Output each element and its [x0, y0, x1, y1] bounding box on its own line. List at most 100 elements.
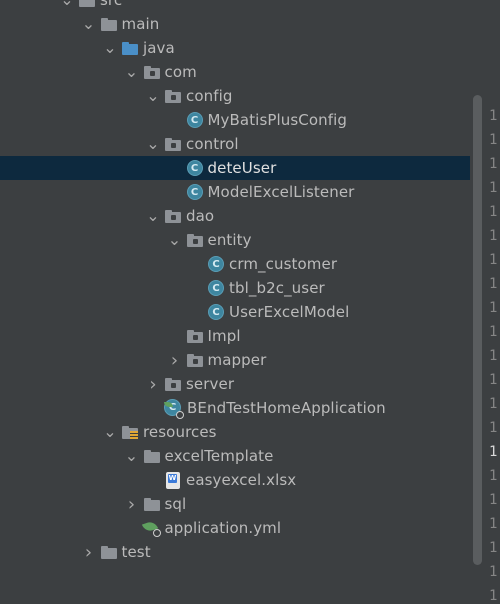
tree-item-label: tbl_b2c_user [229, 279, 325, 297]
gutter-line-number: 1 [489, 252, 498, 268]
tree-row-dao[interactable]: ⌄ dao [0, 204, 470, 228]
tree-item-label: java [143, 39, 175, 57]
gutter-line-number: 1 [489, 324, 498, 340]
gutter-line-number: 1 [489, 180, 498, 196]
tree-item-label: deteUser [207, 159, 277, 177]
chevron-down-icon[interactable]: ⌄ [142, 84, 164, 108]
chevron-down-icon[interactable]: ⌄ [121, 444, 143, 468]
xlsx-file-icon [166, 471, 180, 489]
tree-item-label: entity [207, 231, 252, 249]
resources-folder-icon [121, 423, 139, 441]
folder-icon [143, 495, 161, 513]
java-class-icon: C [186, 112, 203, 128]
tree-item-label: com [164, 63, 197, 81]
gutter-line-number: 1 [489, 468, 498, 484]
gutter-line-number: 1 [489, 156, 498, 172]
tree-row-java[interactable]: ⌄ java [0, 36, 470, 60]
chevron-down-icon[interactable]: ⌄ [56, 0, 78, 12]
package-folder-icon [143, 63, 161, 81]
chevron-right-icon[interactable]: › [78, 540, 100, 564]
tree-row-modelexcellistener[interactable]: C ModelExcelListener [0, 180, 470, 204]
tree-row-control[interactable]: ⌄ control [0, 132, 470, 156]
tree-row-src[interactable]: ⌄ src [0, 0, 470, 12]
chevron-down-icon[interactable]: ⌄ [164, 228, 186, 252]
chevron-down-icon[interactable]: ⌄ [99, 420, 121, 444]
tree-row-crm-customer[interactable]: Ccrm_customer [0, 252, 470, 276]
package-folder-icon [164, 87, 182, 105]
tree-row-easyexcel-xlsx[interactable]: easyexcel.xlsx [0, 468, 470, 492]
tree-item-label: control [186, 135, 239, 153]
tree-item-label: excelTemplate [164, 447, 274, 465]
tree-row-main[interactable]: ⌄ main [0, 12, 470, 36]
tree-item-label: easyexcel.xlsx [186, 471, 297, 489]
chevron-right-icon[interactable]: › [164, 348, 186, 372]
chevron-down-icon[interactable]: ⌄ [78, 12, 100, 36]
tree-item-label: src [100, 0, 123, 9]
tree-item-label: config [186, 87, 233, 105]
tree-row-impl[interactable]: Impl [0, 324, 470, 348]
tree-row-test[interactable]: › test [0, 540, 470, 564]
java-class-icon: C [208, 304, 224, 320]
vertical-scrollbar[interactable] [473, 95, 482, 565]
tree-item-label: BEndTestHomeApplication [187, 399, 386, 417]
folder-icon [143, 447, 161, 465]
gutter-line-number: 1 [489, 108, 498, 124]
tree-row-bendtesthomeapplication[interactable]: C BEndTestHomeApplication [0, 396, 470, 420]
tree-row-deteuser[interactable]: CdeteUser [0, 156, 470, 180]
java-class-icon: C [208, 280, 224, 296]
tree-item-label: resources [143, 423, 217, 441]
tree-item-label: MyBatisPlusConfig [207, 111, 348, 129]
editor-gutter: 1 1 1 1 1 1 1 1 1 1 1 1 1 1 1 1 1 1 1 1 1 [488, 0, 500, 604]
package-folder-icon [164, 135, 182, 153]
gutter-line-number: 1 [489, 300, 498, 316]
chevron-down-icon[interactable]: ⌄ [99, 36, 121, 60]
package-folder-icon [186, 351, 204, 369]
gutter-line-number: 1 [489, 588, 498, 604]
tree-item-label: crm_customer [229, 255, 338, 273]
tree-row-mapper[interactable]: › mapper [0, 348, 470, 372]
chevron-right-icon[interactable]: › [142, 372, 164, 396]
gutter-line-number: 1 [489, 564, 498, 580]
tree-item-label: Impl [207, 327, 241, 345]
source-folder-icon [121, 39, 139, 57]
tree-item-label: test [121, 543, 151, 561]
folder-icon [78, 0, 96, 9]
java-class-icon: C [186, 184, 203, 200]
package-folder-icon [186, 327, 204, 345]
tree-row-entity[interactable]: ⌄ entity [0, 228, 470, 252]
java-class-icon: C [186, 160, 203, 176]
yml-config-file-icon [141, 519, 161, 537]
tree-item-label: dao [186, 207, 215, 225]
chevron-down-icon[interactable]: ⌄ [121, 60, 143, 84]
tree-row-resources[interactable]: ⌄ resources [0, 420, 470, 444]
tree-item-label: application.yml [164, 519, 282, 537]
tree-item-label: ModelExcelListener [207, 183, 355, 201]
chevron-down-icon[interactable]: ⌄ [142, 204, 164, 228]
tree-row-com[interactable]: ⌄ com [0, 60, 470, 84]
chevron-down-icon[interactable]: ⌄ [142, 132, 164, 156]
gutter-line-number: 1 [489, 348, 498, 364]
package-folder-icon [186, 231, 204, 249]
gutter-line-number: 1 [489, 492, 498, 508]
tree-item-label: server [186, 375, 235, 393]
tree-row-config[interactable]: ⌄ config [0, 84, 470, 108]
tree-row-application-yml[interactable]: application.yml [0, 516, 470, 540]
gutter-line-number: 1 [489, 444, 498, 460]
tree-item-label: sql [164, 495, 187, 513]
tree-item-label: main [121, 15, 160, 33]
gutter-line-number: 1 [489, 540, 498, 556]
java-class-icon: C [208, 256, 224, 272]
package-folder-icon [164, 375, 182, 393]
chevron-right-icon[interactable]: › [121, 492, 143, 516]
gutter-line-number: 1 [489, 420, 498, 436]
tree-row-mybatisplusconfig[interactable]: C MyBatisPlusConfig [0, 108, 470, 132]
tree-row-userexcelmodel[interactable]: C UserExcelModel [0, 300, 470, 324]
gutter-line-number: 1 [489, 204, 498, 220]
tree-row-sql[interactable]: › sql [0, 492, 470, 516]
tree-row-tbl-b2c-user[interactable]: Ctbl_b2c_user [0, 276, 470, 300]
gutter-line-number: 1 [489, 396, 498, 412]
tree-item-label: UserExcelModel [229, 303, 350, 321]
tree-row-exceltemplate[interactable]: ⌄ excelTemplate [0, 444, 470, 468]
tree-row-server[interactable]: › server [0, 372, 470, 396]
gutter-line-number: 1 [489, 372, 498, 388]
